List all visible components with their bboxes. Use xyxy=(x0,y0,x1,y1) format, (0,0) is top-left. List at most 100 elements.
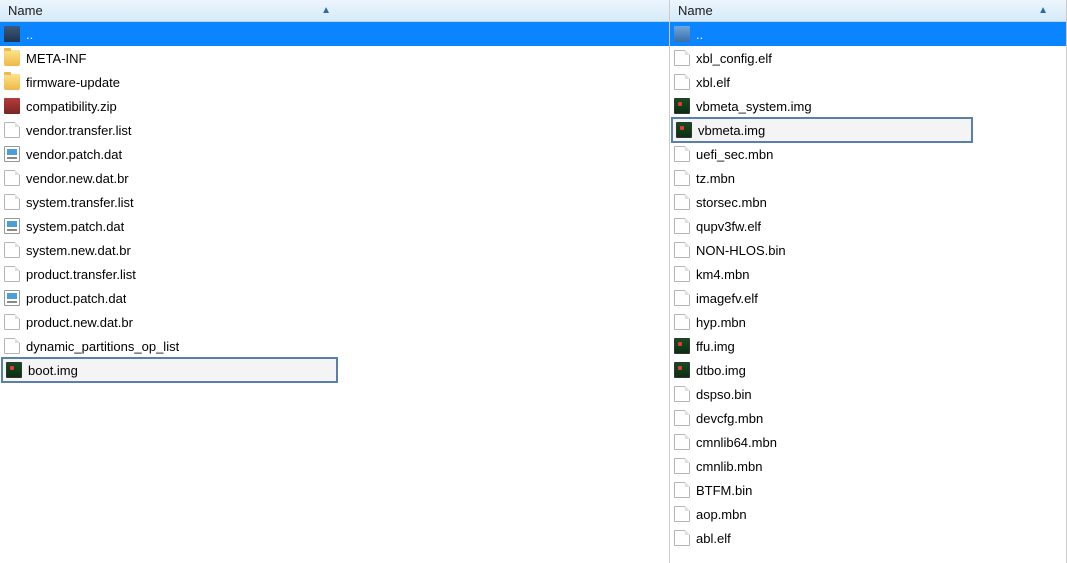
file-icon xyxy=(674,482,690,498)
file-name: system.transfer.list xyxy=(26,195,134,210)
file-icon xyxy=(674,74,690,90)
file-row[interactable]: BTFM.bin xyxy=(670,478,1066,502)
file-row[interactable]: vendor.patch.dat xyxy=(0,142,669,166)
file-row[interactable]: cmnlib64.mbn xyxy=(670,430,1066,454)
file-row[interactable]: vbmeta.img xyxy=(672,118,972,142)
file-icon xyxy=(674,314,690,330)
file-icon xyxy=(4,242,20,258)
file-row[interactable]: vendor.transfer.list xyxy=(0,118,669,142)
dat-file-icon xyxy=(4,146,20,162)
file-name: .. xyxy=(26,27,33,42)
column-header-label: Name xyxy=(678,3,1038,18)
file-row[interactable]: cmnlib.mbn xyxy=(670,454,1066,478)
file-name: META-INF xyxy=(26,51,86,66)
right-file-list: .. xbl_config.elfxbl.elfvbmeta_system.img… xyxy=(670,22,1066,550)
file-row[interactable]: vendor.new.dat.br xyxy=(0,166,669,190)
file-row[interactable]: dspso.bin xyxy=(670,382,1066,406)
parent-dir-row[interactable]: .. xyxy=(670,22,1066,46)
file-name: product.transfer.list xyxy=(26,267,136,282)
file-row[interactable]: product.new.dat.br xyxy=(0,310,669,334)
file-name: devcfg.mbn xyxy=(696,411,763,426)
file-row[interactable]: devcfg.mbn xyxy=(670,406,1066,430)
img-file-icon xyxy=(674,98,690,114)
file-row[interactable]: compatibility.zip xyxy=(0,94,669,118)
file-name: product.patch.dat xyxy=(26,291,126,306)
file-icon xyxy=(674,194,690,210)
file-row[interactable]: xbl.elf xyxy=(670,70,1066,94)
file-row[interactable]: system.patch.dat xyxy=(0,214,669,238)
file-row[interactable]: dtbo.img xyxy=(670,358,1066,382)
file-row[interactable]: aop.mbn xyxy=(670,502,1066,526)
column-header-name-right[interactable]: Name ▲ xyxy=(670,0,1066,22)
sort-asc-icon: ▲ xyxy=(1038,5,1048,16)
file-name: vendor.new.dat.br xyxy=(26,171,129,186)
file-row[interactable]: tz.mbn xyxy=(670,166,1066,190)
file-name: compatibility.zip xyxy=(26,99,117,114)
file-name: abl.elf xyxy=(696,531,731,546)
file-name: dtbo.img xyxy=(696,363,746,378)
file-row[interactable]: product.transfer.list xyxy=(0,262,669,286)
img-file-icon xyxy=(674,338,690,354)
file-name: imagefv.elf xyxy=(696,291,758,306)
file-icon xyxy=(674,386,690,402)
file-icon xyxy=(674,50,690,66)
file-icon xyxy=(674,242,690,258)
file-icon xyxy=(4,194,20,210)
sort-asc-icon: ▲ xyxy=(321,5,331,16)
img-file-icon xyxy=(674,362,690,378)
file-icon xyxy=(4,170,20,186)
file-row[interactable]: storsec.mbn xyxy=(670,190,1066,214)
file-name: product.new.dat.br xyxy=(26,315,133,330)
file-icon xyxy=(674,218,690,234)
file-row[interactable]: uefi_sec.mbn xyxy=(670,142,1066,166)
file-icon xyxy=(674,458,690,474)
file-name: dspso.bin xyxy=(696,387,752,402)
file-name: boot.img xyxy=(28,363,78,378)
file-icon xyxy=(674,530,690,546)
file-row[interactable]: product.patch.dat xyxy=(0,286,669,310)
column-header-name-left[interactable]: Name ▲ xyxy=(0,0,669,22)
file-name: km4.mbn xyxy=(696,267,749,282)
file-row[interactable]: META-INF xyxy=(0,46,669,70)
file-row[interactable]: xbl_config.elf xyxy=(670,46,1066,70)
folder-icon xyxy=(4,74,20,90)
file-icon xyxy=(674,434,690,450)
file-row[interactable]: vbmeta_system.img xyxy=(670,94,1066,118)
left-pane[interactable]: Name ▲ .. META-INF firmware-update compatib… xyxy=(0,0,670,563)
file-row[interactable]: firmware-update xyxy=(0,70,669,94)
file-row[interactable]: boot.img xyxy=(2,358,337,382)
file-name: dynamic_partitions_op_list xyxy=(26,339,179,354)
file-name: vendor.patch.dat xyxy=(26,147,122,162)
file-icon xyxy=(4,314,20,330)
file-name: cmnlib64.mbn xyxy=(696,435,777,450)
parent-dir-row[interactable]: .. xyxy=(0,22,669,46)
file-icon xyxy=(4,338,20,354)
file-icon xyxy=(674,170,690,186)
left-file-list: .. META-INF firmware-update compatibility.z… xyxy=(0,22,669,382)
right-pane[interactable]: Name ▲ .. xbl_config.elfxbl.elfvbmeta_sys… xyxy=(670,0,1067,563)
file-row[interactable]: km4.mbn xyxy=(670,262,1066,286)
file-row[interactable]: NON-HLOS.bin xyxy=(670,238,1066,262)
file-row[interactable]: hyp.mbn xyxy=(670,310,1066,334)
file-row[interactable]: system.new.dat.br xyxy=(0,238,669,262)
file-row[interactable]: ffu.img xyxy=(670,334,1066,358)
zip-archive-icon xyxy=(4,98,20,114)
file-name: cmnlib.mbn xyxy=(696,459,762,474)
parent-folder-icon xyxy=(674,26,690,42)
file-name: qupv3fw.elf xyxy=(696,219,761,234)
dat-file-icon xyxy=(4,218,20,234)
file-icon xyxy=(674,410,690,426)
file-name: BTFM.bin xyxy=(696,483,752,498)
file-icon xyxy=(674,146,690,162)
file-row[interactable]: imagefv.elf xyxy=(670,286,1066,310)
file-name: ffu.img xyxy=(696,339,735,354)
file-row[interactable]: abl.elf xyxy=(670,526,1066,550)
file-name: storsec.mbn xyxy=(696,195,767,210)
file-name: system.patch.dat xyxy=(26,219,124,234)
file-row[interactable]: dynamic_partitions_op_list xyxy=(0,334,669,358)
column-header-label: Name xyxy=(8,3,321,18)
file-row[interactable]: system.transfer.list xyxy=(0,190,669,214)
file-row[interactable]: qupv3fw.elf xyxy=(670,214,1066,238)
file-name: .. xyxy=(696,27,703,42)
img-file-icon xyxy=(6,362,22,378)
